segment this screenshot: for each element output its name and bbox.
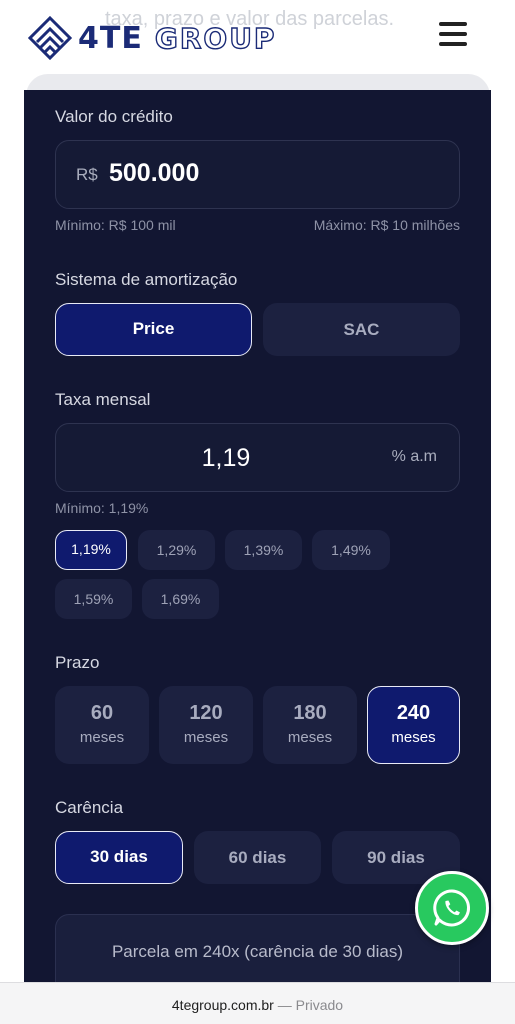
grace-60-label: 60 dias — [228, 848, 287, 867]
term-240-button[interactable]: 240 meses — [367, 686, 460, 764]
term-label: Prazo — [55, 653, 100, 672]
whatsapp-icon — [433, 889, 471, 927]
credit-min-hint: Mínimo: R$ 100 mil — [55, 217, 176, 233]
term-120-unit: meses — [183, 729, 229, 746]
site-header: taxa, prazo e valor das parcelas. 4TE GR… — [0, 0, 515, 78]
grace-30-button[interactable]: 30 dias — [55, 831, 183, 884]
credit-input[interactable]: R$ 500.000 — [55, 140, 460, 209]
rate-chip-1-69[interactable]: 1,69% — [142, 579, 219, 619]
private-mode-label: Privado — [295, 997, 344, 1013]
term-120-button[interactable]: 120 meses — [159, 686, 253, 764]
page: taxa, prazo e valor das parcelas. 4TE GR… — [0, 0, 515, 1024]
browser-url-bar[interactable]: 4tegroup.com.br — Privado — [0, 982, 515, 1024]
whatsapp-button[interactable] — [415, 871, 489, 945]
term-60-button[interactable]: 60 meses — [55, 686, 149, 764]
amortization-price-button[interactable]: Price — [55, 303, 252, 356]
url-separator: — — [277, 997, 292, 1013]
term-240-number: 240 — [396, 702, 431, 724]
rate-input[interactable]: 1,19 % a.m — [55, 423, 460, 492]
grace-label: Carência — [55, 798, 124, 817]
term-180-unit: meses — [287, 729, 333, 746]
term-240-unit: meses — [391, 729, 436, 746]
hamburger-menu-icon[interactable] — [439, 22, 467, 48]
logo-group-text: GROUP — [154, 21, 277, 55]
rate-chip-1-39[interactable]: 1,39% — [225, 530, 302, 570]
rate-min-hint: Mínimo: 1,19% — [55, 500, 149, 516]
currency-prefix: R$ — [76, 165, 98, 184]
grace-60-button[interactable]: 60 dias — [194, 831, 321, 884]
logo-wordmark: 4TE — [78, 20, 143, 56]
credit-label: Valor do crédito — [55, 107, 173, 126]
rate-chip-1-49[interactable]: 1,49% — [312, 530, 390, 570]
term-180-number: 180 — [293, 702, 327, 724]
logo[interactable]: 4TE GROUP — [28, 16, 276, 60]
rate-unit: % a.m — [391, 448, 437, 465]
term-180-button[interactable]: 180 meses — [263, 686, 357, 764]
credit-value: 500.000 — [109, 159, 200, 187]
term-120-number: 120 — [189, 702, 223, 724]
amortization-price-label: Price — [132, 319, 175, 338]
rate-label: Taxa mensal — [55, 390, 151, 409]
grace-30-label: 30 dias — [90, 847, 148, 866]
rate-chip-1-59[interactable]: 1,59% — [55, 579, 132, 619]
term-60-number: 60 — [90, 702, 114, 724]
term-60-unit: meses — [79, 729, 125, 746]
installment-result-text: Parcela em 240x (carência de 30 dias) — [111, 942, 404, 961]
amortization-sac-label: SAC — [343, 320, 380, 339]
rate-value: 1,19 — [201, 444, 251, 472]
url-host: 4tegroup.com.br — [171, 997, 274, 1013]
logo-mark-icon — [28, 16, 72, 60]
rate-chip-1-29[interactable]: 1,29% — [138, 530, 215, 570]
grace-90-label: 90 dias — [367, 848, 425, 867]
amortization-sac-button[interactable]: SAC — [263, 303, 460, 356]
credit-max-hint: Máximo: R$ 10 milhões — [313, 217, 460, 233]
amortization-label: Sistema de amortização — [55, 270, 238, 289]
rate-chip-1-19[interactable]: 1,19% — [55, 530, 127, 570]
